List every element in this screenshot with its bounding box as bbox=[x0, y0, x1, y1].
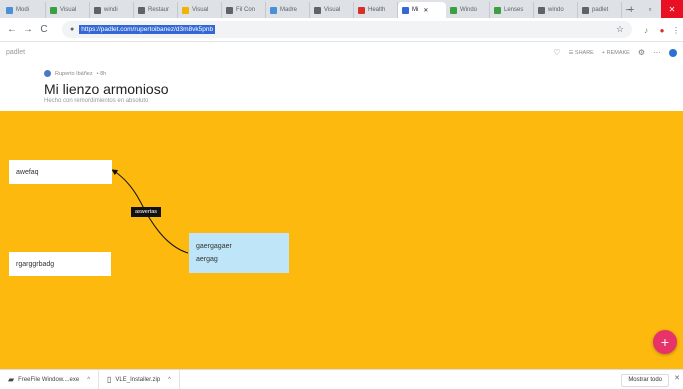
browser-tab[interactable]: Visual bbox=[310, 2, 354, 18]
browser-tab[interactable]: padlet bbox=[578, 2, 622, 18]
favicon-icon bbox=[358, 6, 365, 14]
tab-label: Visual bbox=[60, 7, 77, 13]
url-text[interactable]: https://padlet.com/rupertoibanez/d3m8vk5… bbox=[79, 25, 216, 34]
tab-label: Madre bbox=[280, 7, 298, 13]
add-post-button[interactable]: + bbox=[653, 330, 677, 354]
bookmark-star-icon[interactable]: ☆ bbox=[616, 24, 624, 35]
browser-tab[interactable]: Visual bbox=[46, 2, 90, 18]
favicon-icon bbox=[582, 6, 589, 14]
profile-icon[interactable]: ● bbox=[655, 23, 669, 37]
tab-label: Visual bbox=[192, 7, 209, 13]
browser-tab[interactable]: Madre bbox=[266, 2, 310, 18]
download-item[interactable]: ▯ VLE_Installer.zip ^ bbox=[99, 369, 180, 389]
favicon-icon bbox=[182, 6, 189, 14]
favicon-icon bbox=[402, 6, 409, 14]
forward-icon[interactable]: → bbox=[20, 24, 36, 35]
favicon-icon bbox=[94, 6, 101, 14]
tab-label: windi bbox=[104, 7, 118, 13]
connector-line bbox=[111, 169, 189, 254]
settings-icon[interactable]: ⚙ bbox=[638, 48, 645, 57]
tab-label: Modi bbox=[16, 7, 30, 13]
browser-tab[interactable]: Mi ✕ bbox=[398, 2, 446, 18]
post-text: rgarggrbadg bbox=[16, 260, 55, 268]
close-tab-icon[interactable]: ✕ bbox=[423, 7, 428, 14]
author-avatar bbox=[44, 70, 51, 77]
browser-tab[interactable]: windi bbox=[90, 2, 134, 18]
browser-tab[interactable]: Lenses bbox=[490, 2, 534, 18]
user-avatar[interactable] bbox=[669, 48, 677, 57]
close-downloads-icon[interactable]: ✕ bbox=[674, 374, 680, 382]
browser-tab[interactable]: Restaur bbox=[134, 2, 178, 18]
chevron-up-icon[interactable]: ^ bbox=[87, 377, 90, 383]
breadcrumb: Ruperto Ibáñez • 8h bbox=[44, 70, 106, 77]
post-body: aergag bbox=[196, 256, 218, 263]
remake-button[interactable]: + REMAKE bbox=[602, 50, 630, 56]
tab-label: windo bbox=[548, 7, 564, 13]
browser-tab[interactable]: Health bbox=[354, 2, 398, 18]
connection-label[interactable]: aswertas bbox=[131, 207, 162, 217]
padlet-canvas[interactable]: awefaq rgarggrbadg gaergagaer aergag asw… bbox=[0, 111, 683, 369]
favicon-icon bbox=[6, 6, 13, 14]
favicon-icon bbox=[270, 6, 277, 14]
header-actions: ♡ ☰ SHARE + REMAKE ⚙ ··· bbox=[553, 48, 677, 57]
download-filename: FreeFile Window....exe bbox=[18, 376, 80, 383]
author-name[interactable]: Ruperto Ibáñez bbox=[55, 71, 93, 77]
maximize-button[interactable]: ▫ bbox=[639, 0, 661, 18]
file-exe-icon: ▰ bbox=[8, 375, 15, 384]
favicon-icon bbox=[138, 6, 145, 14]
browser-tab[interactable]: Windo bbox=[446, 2, 490, 18]
page-subtitle: Hecho con remordimientos en absoluto bbox=[44, 98, 149, 104]
tab-label: Health bbox=[368, 7, 386, 13]
lock-icon: ● bbox=[70, 26, 75, 33]
tab-label: padlet bbox=[592, 7, 609, 13]
post-card[interactable]: gaergagaer aergag bbox=[189, 233, 289, 273]
post-text: awefaq bbox=[16, 168, 39, 176]
tab-label: Fil Con bbox=[236, 7, 256, 13]
tab-label: Windo bbox=[460, 7, 478, 13]
browser-toolbar: ← → C ● https://padlet.com/rupertoibanez… bbox=[0, 18, 683, 42]
address-bar[interactable]: ● https://padlet.com/rupertoibanez/d3m8v… bbox=[62, 21, 632, 38]
download-item[interactable]: ▰ FreeFile Window....exe ^ bbox=[0, 369, 100, 389]
close-window-button[interactable]: ✕ bbox=[661, 0, 683, 18]
favicon-icon bbox=[450, 6, 457, 14]
favicon-icon bbox=[314, 6, 321, 14]
favicon-icon bbox=[226, 6, 233, 14]
tab-label: Mi bbox=[412, 7, 419, 13]
favicon-icon bbox=[50, 6, 57, 14]
reload-icon[interactable]: C bbox=[36, 24, 52, 35]
browser-tab[interactable]: Visual bbox=[178, 2, 222, 18]
post-card[interactable]: awefaq bbox=[9, 160, 112, 184]
post-time: • 8h bbox=[96, 70, 107, 77]
page-title: Mi lienzo armonioso bbox=[44, 81, 169, 97]
favicon-icon bbox=[494, 6, 501, 14]
downloads-bar: ▰ FreeFile Window....exe ^ ▯ VLE_Install… bbox=[0, 369, 683, 389]
minimize-button[interactable]: – bbox=[617, 0, 639, 18]
tab-label: Lenses bbox=[504, 7, 524, 13]
post-title: gaergagaer bbox=[196, 243, 232, 250]
share-button[interactable]: ☰ SHARE bbox=[568, 50, 593, 56]
extension-icon[interactable]: ♪ bbox=[639, 23, 653, 37]
more-icon[interactable]: ··· bbox=[653, 48, 661, 57]
chevron-up-icon[interactable]: ^ bbox=[168, 377, 171, 383]
tab-label: Visual bbox=[324, 7, 341, 13]
browser-tab[interactable]: Modi bbox=[2, 2, 46, 18]
browser-tab[interactable]: windo bbox=[534, 2, 578, 18]
favicon-icon bbox=[538, 6, 545, 14]
browser-tab[interactable]: Fil Con bbox=[222, 2, 266, 18]
heart-icon[interactable]: ♡ bbox=[553, 48, 560, 57]
padlet-logo[interactable]: padlet bbox=[6, 49, 25, 56]
post-card[interactable]: rgarggrbadg bbox=[9, 252, 111, 276]
download-filename: VLE_Installer.zip bbox=[115, 376, 161, 383]
show-all-button[interactable]: Mostrar todo bbox=[621, 374, 669, 387]
menu-icon[interactable]: ⋮ bbox=[669, 23, 683, 37]
tab-label: Restaur bbox=[148, 7, 170, 13]
tab-strip: Modi Visual windi Restaur Visual Fil Con Madre… bbox=[0, 0, 683, 18]
padlet-header: padlet ♡ ☰ SHARE + REMAKE ⚙ ··· Ruperto … bbox=[0, 43, 683, 111]
back-icon[interactable]: ← bbox=[4, 24, 20, 35]
file-zip-icon: ▯ bbox=[107, 375, 112, 384]
